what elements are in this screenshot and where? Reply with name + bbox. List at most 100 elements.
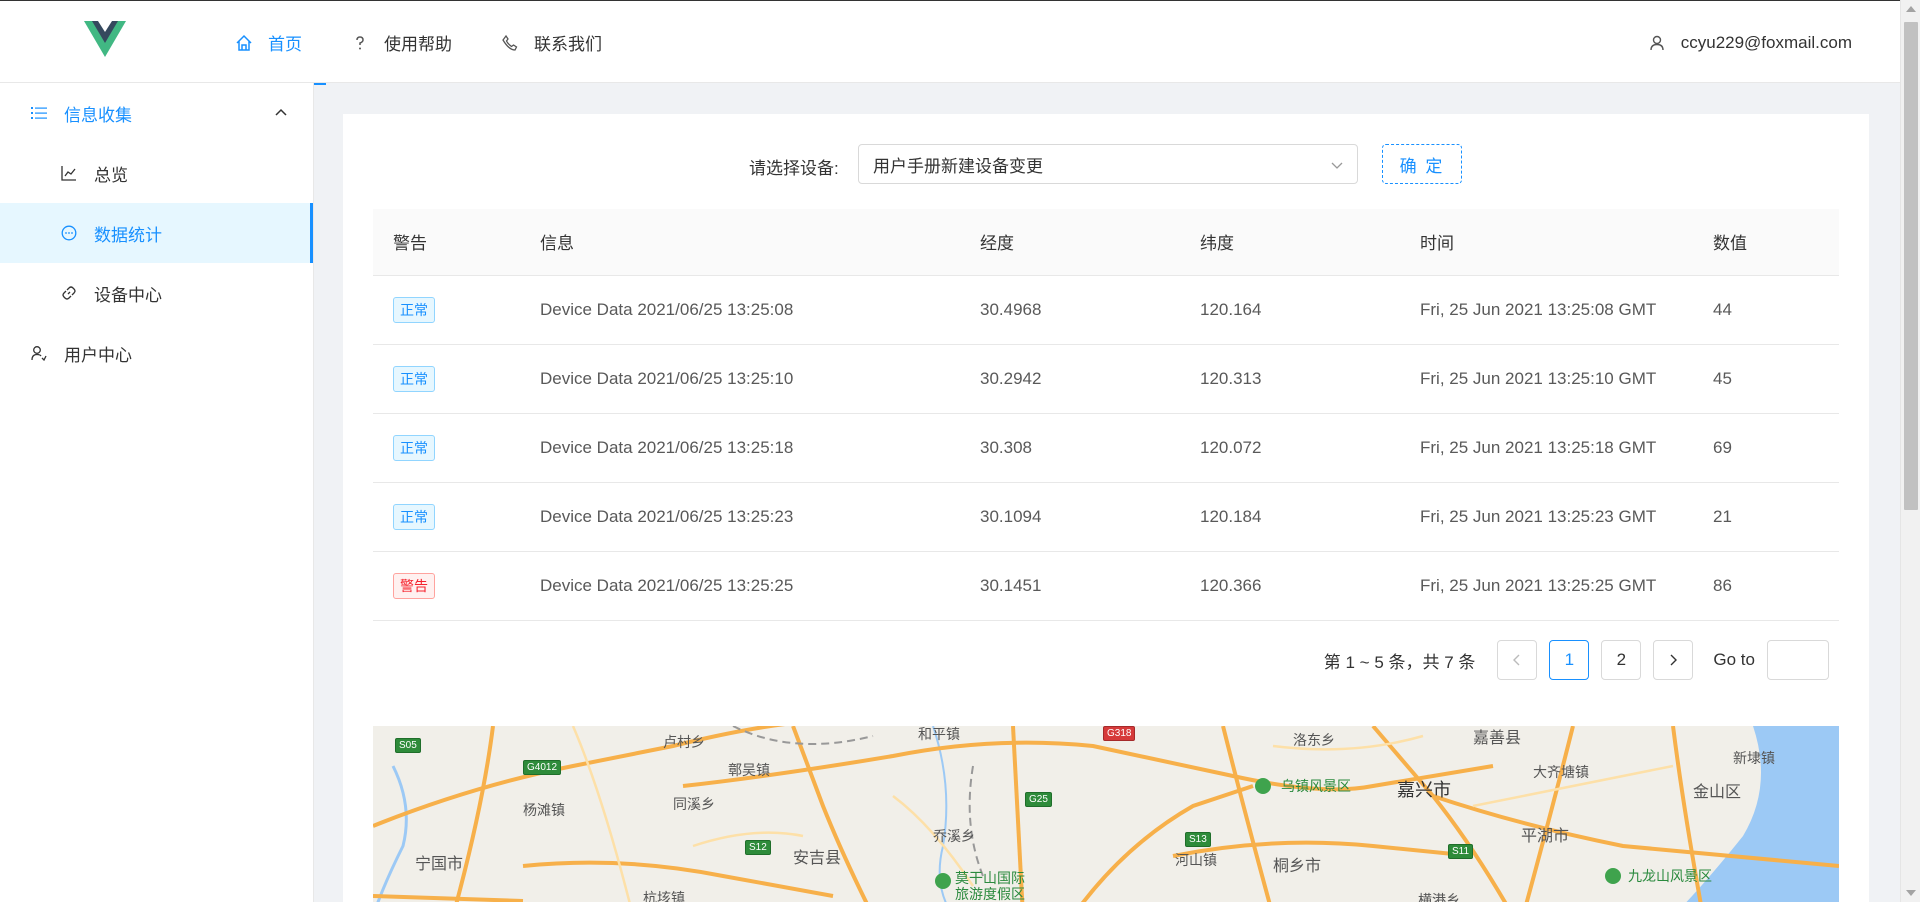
scroll-down-icon[interactable] — [1906, 890, 1916, 896]
map-label: 鄣吴镇 — [728, 762, 770, 778]
cell-value: 21 — [1693, 482, 1839, 552]
scroll-up-icon[interactable] — [1906, 6, 1916, 12]
cell-value: 69 — [1693, 413, 1839, 483]
cell-latitude: 120.313 — [1180, 344, 1400, 414]
pagination-goto: Go to — [1713, 640, 1829, 680]
chevron-up-icon — [275, 108, 287, 116]
cell-info: Device Data 2021/06/25 13:25:23 — [520, 482, 960, 552]
table-header-row: 警告 信息 经度 纬度 时间 数值 — [373, 209, 1839, 276]
goto-label: Go to — [1713, 650, 1755, 669]
cell-longitude: 30.4968 — [960, 275, 1180, 345]
main-nav: 首页 使用帮助 联系我们 — [210, 1, 626, 85]
map-label: 同溪乡 — [673, 796, 715, 812]
table-row[interactable]: 正常 Device Data 2021/06/25 13:25:10 30.29… — [373, 344, 1839, 414]
chevron-down-icon — [1331, 162, 1343, 169]
map-label: 桐乡市 — [1273, 858, 1322, 875]
cell-info: Device Data 2021/06/25 13:25:08 — [520, 275, 960, 345]
cell-longitude: 30.308 — [960, 413, 1180, 483]
user-menu[interactable]: ccyu229@foxmail.com — [1647, 1, 1852, 84]
map-label: 安吉县 — [793, 850, 842, 867]
device-selector-row: 请选择设备: 用户手册新建设备变更 确 定 — [343, 144, 1869, 184]
sidebar-item-overview[interactable]: 总览 — [0, 143, 313, 203]
status-tag: 警告 — [393, 572, 435, 599]
table-row[interactable]: 正常 Device Data 2021/06/25 13:25:23 30.10… — [373, 482, 1839, 552]
page-1-button[interactable]: 1 — [1549, 640, 1590, 680]
map-label: 杨滩镇 — [523, 802, 565, 818]
cell-longitude: 30.2942 — [960, 344, 1180, 414]
sidebar-item-user-center[interactable]: 用户中心 — [0, 323, 313, 383]
message-icon — [60, 224, 78, 242]
map-label: 大齐塘镇 — [1533, 764, 1589, 780]
cell-time: Fri, 25 Jun 2021 13:25:10 GMT — [1400, 344, 1693, 414]
road-shield: G318 — [1103, 726, 1136, 741]
road-shield: S11 — [1448, 844, 1474, 859]
device-select[interactable]: 用户手册新建设备变更 — [858, 144, 1358, 184]
table-row[interactable]: 正常 Device Data 2021/06/25 13:25:08 30.49… — [373, 275, 1839, 345]
cell-info: Device Data 2021/06/25 13:25:18 — [520, 413, 960, 483]
sidebar-item-label: 总览 — [94, 165, 128, 185]
map-label: 横港乡 — [1418, 892, 1460, 902]
map-label: 嘉兴市 — [1397, 780, 1451, 800]
main-content: 请选择设备: 用户手册新建设备变更 确 定 警告 信息 经度 纬度 时间 数值 … — [343, 114, 1869, 902]
sidebar-item-data-stats[interactable]: 数据统计 — [0, 203, 313, 263]
link-icon — [60, 284, 78, 302]
goto-page-input[interactable] — [1767, 640, 1829, 680]
chevron-right-icon — [1670, 654, 1678, 666]
cell-value: 86 — [1693, 551, 1839, 621]
map-label: 平湖市 — [1521, 828, 1570, 845]
map-roads — [373, 726, 1839, 902]
column-header-longitude[interactable]: 经度 — [960, 209, 1180, 276]
user-icon — [1647, 33, 1667, 53]
device-map[interactable]: 卢村乡 和平镇 洛东乡 嘉善县 鄣吴镇 大齐塘镇 乌镇风景区 嘉兴市 杨滩镇 同… — [373, 726, 1839, 902]
nav-contact[interactable]: 联系我们 — [476, 1, 626, 84]
cell-longitude: 30.1094 — [960, 482, 1180, 552]
sidebar: 信息收集 总览 数据统计 设备中心 用户中心 — [0, 83, 314, 902]
column-header-warning[interactable]: 警告 — [373, 209, 520, 276]
cell-longitude: 30.1451 — [960, 551, 1180, 621]
cell-time: Fri, 25 Jun 2021 13:25:25 GMT — [1400, 551, 1693, 621]
nav-help[interactable]: 使用帮助 — [326, 1, 476, 84]
column-header-latitude[interactable]: 纬度 — [1180, 209, 1400, 276]
map-label: 新埭镇 — [1733, 750, 1775, 766]
table-row[interactable]: 正常 Device Data 2021/06/25 13:25:18 30.30… — [373, 413, 1839, 483]
map-label: 九龙山风景区 — [1628, 868, 1712, 884]
vue-logo-icon[interactable] — [84, 21, 126, 57]
road-shield: G25 — [1025, 792, 1052, 807]
road-shield: S13 — [1185, 832, 1211, 847]
confirm-button[interactable]: 确 定 — [1382, 144, 1462, 184]
table-row[interactable]: 警告 Device Data 2021/06/25 13:25:25 30.14… — [373, 551, 1839, 621]
next-page-button[interactable] — [1653, 640, 1694, 680]
map-label: 卢村乡 — [663, 734, 705, 750]
nav-home-label: 首页 — [268, 35, 302, 54]
list-icon — [30, 104, 48, 122]
nav-help-label: 使用帮助 — [384, 35, 452, 54]
road-shield: S12 — [745, 840, 771, 855]
sidebar-group-label: 信息收集 — [64, 105, 132, 125]
device-select-value: 用户手册新建设备变更 — [873, 156, 1043, 176]
prev-page-button[interactable] — [1497, 640, 1538, 680]
road-shield: G4012 — [523, 760, 562, 775]
column-header-info[interactable]: 信息 — [520, 209, 960, 276]
cell-time: Fri, 25 Jun 2021 13:25:18 GMT — [1400, 413, 1693, 483]
map-label: 和平镇 — [918, 726, 960, 742]
cell-latitude: 120.366 — [1180, 551, 1400, 621]
page-2-button[interactable]: 2 — [1601, 640, 1642, 680]
device-selector-label: 请选择设备: — [749, 159, 839, 178]
column-header-time[interactable]: 时间 — [1400, 209, 1693, 276]
map-label: 金山区 — [1693, 784, 1742, 801]
nav-home[interactable]: 首页 — [210, 1, 326, 85]
page-scrollbar[interactable] — [1900, 0, 1920, 902]
scroll-thumb[interactable] — [1904, 22, 1918, 510]
cell-value: 44 — [1693, 275, 1839, 345]
column-header-value[interactable]: 数值 — [1693, 209, 1839, 276]
sidebar-item-label: 用户中心 — [64, 345, 132, 365]
sidebar-item-device-center[interactable]: 设备中心 — [0, 263, 313, 323]
cell-latitude: 120.164 — [1180, 275, 1400, 345]
sidebar-group-info-collect[interactable]: 信息收集 — [0, 83, 313, 143]
map-label: 洛东乡 — [1293, 732, 1335, 748]
cell-latitude: 120.184 — [1180, 482, 1400, 552]
map-label: 宁国市 — [415, 856, 464, 873]
map-label: 杭垓镇 — [643, 890, 685, 902]
chevron-left-icon — [1513, 654, 1520, 666]
map-label: 河山镇 — [1175, 852, 1217, 868]
